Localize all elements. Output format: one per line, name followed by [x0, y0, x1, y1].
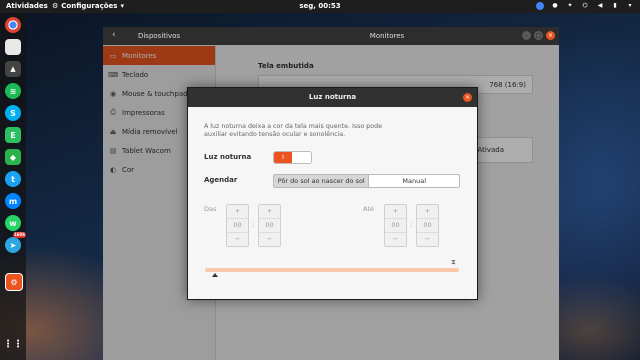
- increment-button[interactable]: +: [259, 205, 280, 218]
- time-separator: :: [410, 221, 413, 229]
- night-light-label: Luz noturna: [204, 153, 252, 161]
- decrement-button[interactable]: −: [227, 233, 248, 246]
- hourglass-icon: ⧗: [451, 258, 456, 266]
- slider-handle[interactable]: [212, 273, 218, 277]
- from-label: Das: [204, 205, 217, 213]
- increment-button[interactable]: +: [385, 205, 406, 218]
- to-hours-value[interactable]: 00: [385, 218, 406, 233]
- to-minutes-spinner[interactable]: + 00 −: [416, 204, 439, 247]
- increment-button[interactable]: +: [417, 205, 438, 218]
- schedule-selector: Pôr do sol ao nascer do sol Manual: [273, 174, 460, 188]
- from-minutes-value[interactable]: 00: [259, 218, 280, 233]
- schedule-label: Agendar: [204, 176, 238, 184]
- decrement-button[interactable]: −: [417, 233, 438, 246]
- to-hours-spinner[interactable]: + 00 −: [384, 204, 407, 247]
- toggle-on-indicator: I: [274, 152, 292, 163]
- to-minutes-value[interactable]: 00: [417, 218, 438, 233]
- color-temperature-slider[interactable]: [205, 268, 459, 272]
- night-light-toggle[interactable]: I: [273, 151, 312, 164]
- decrement-button[interactable]: −: [259, 233, 280, 246]
- decrement-button[interactable]: −: [385, 233, 406, 246]
- time-separator: :: [252, 221, 255, 229]
- increment-button[interactable]: +: [227, 205, 248, 218]
- from-hours-spinner[interactable]: + 00 −: [226, 204, 249, 247]
- from-minutes-spinner[interactable]: + 00 −: [258, 204, 281, 247]
- schedule-option-sunset[interactable]: Pôr do sol ao nascer do sol: [274, 175, 370, 187]
- night-light-dialog: Luz noturna × A luz noturna deixa a cor …: [187, 87, 478, 300]
- dialog-description: A luz noturna deixa a cor da tela mais q…: [204, 123, 382, 138]
- to-label: Até: [363, 205, 374, 213]
- dialog-title: Luz noturna: [188, 88, 477, 107]
- dialog-close-button[interactable]: ×: [463, 93, 472, 102]
- schedule-option-manual[interactable]: Manual: [369, 175, 459, 187]
- from-hours-value[interactable]: 00: [227, 218, 248, 233]
